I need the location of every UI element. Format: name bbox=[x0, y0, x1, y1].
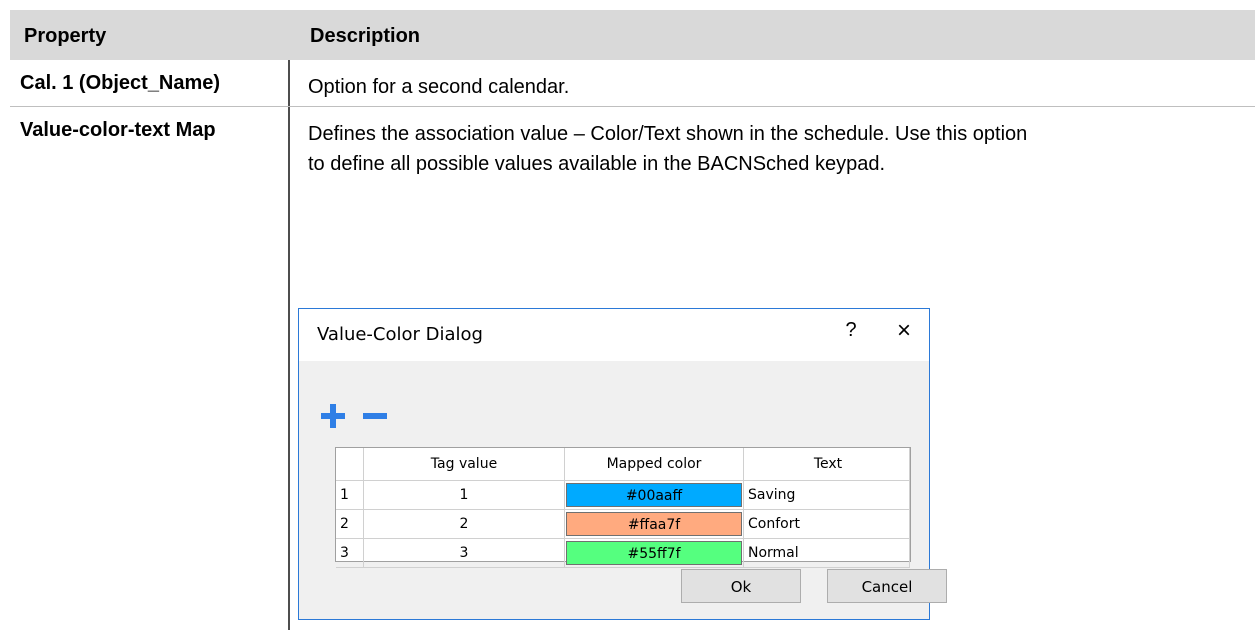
color-swatch[interactable]: #ffaa7f bbox=[566, 512, 742, 536]
add-icon[interactable] bbox=[321, 404, 345, 428]
text-cell[interactable]: Saving bbox=[743, 480, 910, 510]
text-cell[interactable]: Confort bbox=[743, 509, 910, 539]
row-number: 3 bbox=[336, 538, 364, 568]
column-header-text[interactable]: Text bbox=[743, 448, 910, 481]
tag-value-cell[interactable]: 2 bbox=[363, 509, 565, 539]
table-header: Property Description bbox=[10, 10, 1255, 60]
cancel-button[interactable]: Cancel bbox=[827, 569, 947, 603]
ok-button[interactable]: Ok bbox=[681, 569, 801, 603]
help-icon[interactable]: ? bbox=[839, 319, 863, 342]
color-swatch[interactable]: #00aaff bbox=[566, 483, 742, 507]
color-swatch[interactable]: #55ff7f bbox=[566, 541, 742, 565]
grid-header-row: Tag value Mapped color Text bbox=[336, 448, 910, 481]
mapped-color-cell[interactable]: #ffaa7f bbox=[564, 509, 744, 539]
tag-value-cell[interactable]: 3 bbox=[363, 538, 565, 568]
row-number: 1 bbox=[336, 480, 364, 510]
column-header-tag-value[interactable]: Tag value bbox=[363, 448, 565, 481]
table-row[interactable]: 1 1 #00aaff Saving bbox=[336, 480, 910, 510]
header-property: Property bbox=[24, 25, 107, 47]
tag-value-cell[interactable]: 1 bbox=[363, 480, 565, 510]
dialog-title-bar: Value-Color Dialog ? × bbox=[299, 309, 929, 361]
property-name: Cal. 1 (Object_Name) bbox=[20, 72, 221, 94]
value-color-grid: Tag value Mapped color Text 1 1 #00aaff … bbox=[335, 447, 911, 568]
property-name: Value-color-text Map bbox=[20, 119, 216, 141]
close-icon[interactable]: × bbox=[889, 317, 919, 345]
column-header-mapped-color[interactable]: Mapped color bbox=[564, 448, 744, 481]
remove-icon[interactable] bbox=[363, 404, 387, 428]
dialog-title: Value-Color Dialog bbox=[317, 324, 483, 345]
mapped-color-cell[interactable]: #55ff7f bbox=[564, 538, 744, 568]
table-row[interactable]: 3 3 #55ff7f Normal bbox=[336, 538, 910, 568]
value-color-dialog: Value-Color Dialog ? × Tag value Mapped … bbox=[298, 308, 947, 620]
property-description: Defines the association value – Color/Te… bbox=[308, 123, 1028, 175]
table-row: Cal. 1 (Object_Name) Option for a second… bbox=[10, 60, 1255, 107]
text-cell[interactable]: Normal bbox=[743, 538, 910, 568]
mapped-color-cell[interactable]: #00aaff bbox=[564, 480, 744, 510]
property-description: Option for a second calendar. bbox=[308, 76, 570, 98]
header-description: Description bbox=[310, 25, 421, 47]
row-number: 2 bbox=[336, 509, 364, 539]
table-row[interactable]: 2 2 #ffaa7f Confort bbox=[336, 509, 910, 539]
